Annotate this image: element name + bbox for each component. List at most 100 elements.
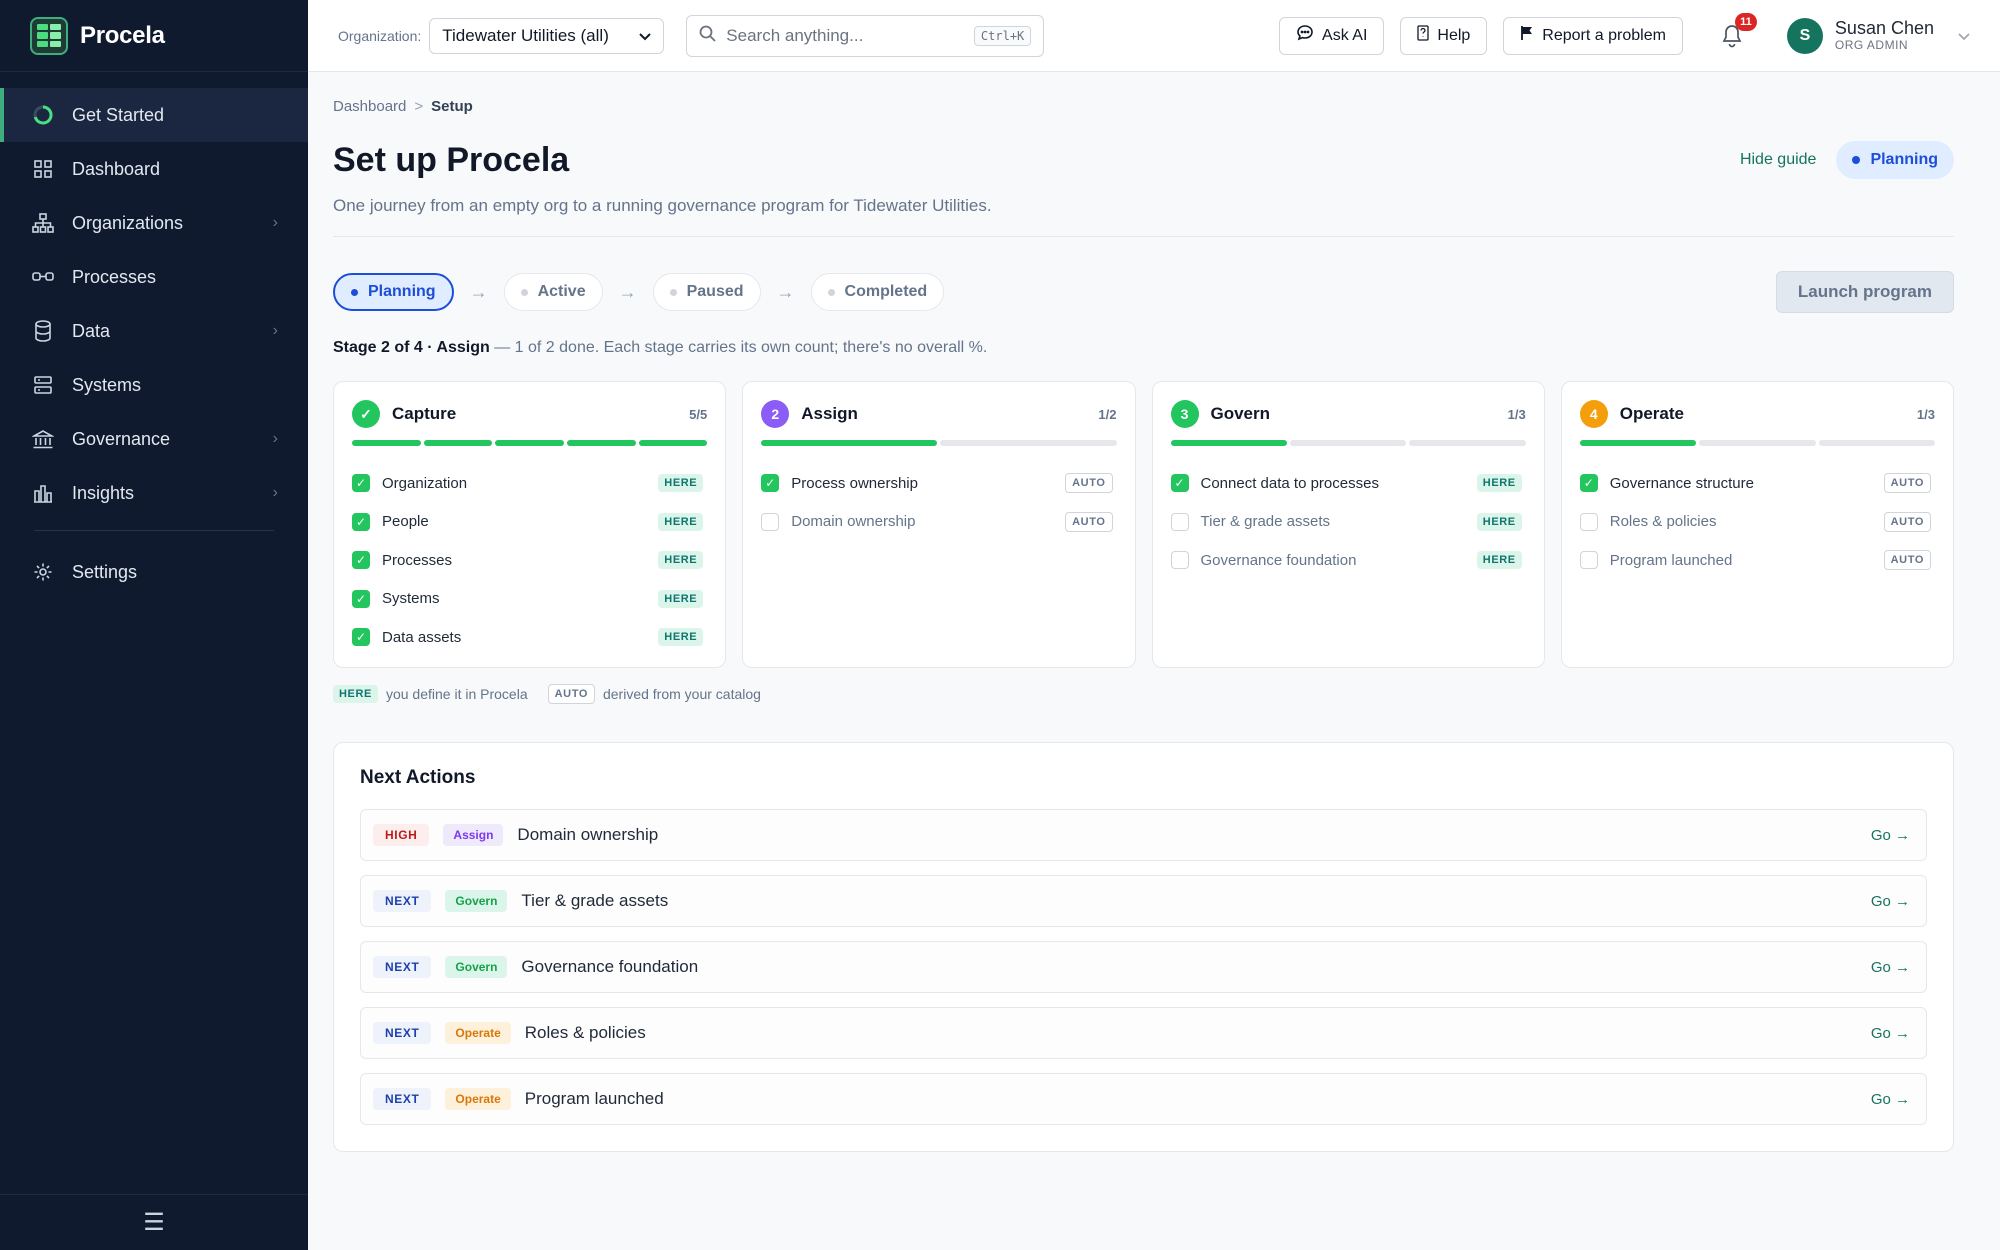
sidebar-item-systems[interactable]: Systems bbox=[0, 358, 308, 412]
stage-tag: Govern bbox=[445, 956, 508, 978]
go-link[interactable]: Go → bbox=[1871, 893, 1910, 910]
stage-pill-paused[interactable]: Paused bbox=[652, 273, 761, 311]
stage-checklist: ✓ Governance structure AUTO Roles & policie… bbox=[1579, 464, 1935, 580]
checkbox-empty-icon[interactable] bbox=[1170, 551, 1189, 570]
sidebar-item-get-started[interactable]: Get Started bbox=[0, 88, 308, 142]
checklist-item[interactable]: Domain ownership AUTO bbox=[761, 503, 1116, 542]
ask-ai-button[interactable]: Ask AI bbox=[1279, 16, 1385, 55]
auto-tag: AUTO bbox=[1883, 473, 1931, 494]
checklist-item[interactable]: ✓ Governance structure AUTO bbox=[1579, 464, 1935, 503]
checklist-item-label: Data assets bbox=[382, 628, 462, 646]
stage-pill-completed[interactable]: Completed bbox=[810, 273, 945, 311]
chevron-right-icon: › bbox=[272, 322, 278, 339]
checkbox-checked-icon[interactable]: ✓ bbox=[352, 512, 370, 531]
org-select[interactable]: Tidewater Utilities (all) bbox=[429, 17, 665, 54]
next-action-row[interactable]: HIGH Assign Domain ownership Go → bbox=[360, 809, 1927, 861]
checklist-item[interactable]: ✓ Process ownership AUTO bbox=[761, 464, 1116, 503]
auto-tag: AUTO bbox=[1883, 511, 1931, 532]
status-badge: Planning bbox=[1836, 141, 1954, 179]
notifications-button[interactable]: 11 bbox=[1719, 12, 1757, 49]
status-badge-label: Planning bbox=[1870, 151, 1938, 168]
next-action-row[interactable]: NEXT Operate Program launched Go → bbox=[360, 1073, 1927, 1125]
stage-card-capture: ✓ Capture 5/5 ✓ Organization HERE ✓ People HERE ✓… bbox=[333, 381, 727, 668]
progress-segment bbox=[352, 440, 421, 446]
database-icon bbox=[32, 320, 54, 342]
stage-card-assign: 2 Assign 1/2 ✓ Process ownership AUTO Domain o… bbox=[742, 381, 1136, 668]
stage-card-title: Assign bbox=[801, 404, 858, 423]
next-action-row[interactable]: NEXT Govern Governance foundation Go → bbox=[360, 941, 1927, 993]
checklist-item-label: Tier & grade assets bbox=[1200, 513, 1331, 531]
sidebar-item-settings[interactable]: Settings bbox=[0, 545, 308, 599]
checkbox-empty-icon[interactable] bbox=[761, 512, 780, 531]
sidebar-item-data[interactable]: Data › bbox=[0, 304, 308, 358]
stage-tag: Operate bbox=[445, 1022, 511, 1044]
arrow-right-icon: → bbox=[469, 281, 488, 302]
stage-pill-planning[interactable]: Planning bbox=[333, 273, 454, 311]
checklist-item[interactable]: ✓ Processes HERE bbox=[352, 541, 707, 580]
go-link[interactable]: Go → bbox=[1871, 827, 1910, 844]
process-link-icon bbox=[32, 266, 54, 288]
checkbox-checked-icon[interactable]: ✓ bbox=[352, 551, 370, 570]
report-problem-button[interactable]: Report a problem bbox=[1503, 16, 1683, 55]
checkbox-empty-icon[interactable] bbox=[1170, 512, 1189, 531]
checkbox-checked-icon[interactable]: ✓ bbox=[1170, 474, 1189, 493]
checkbox-checked-icon[interactable]: ✓ bbox=[352, 474, 370, 493]
sidebar-item-processes[interactable]: Processes bbox=[0, 250, 308, 304]
stage-card-title: Capture bbox=[392, 404, 457, 423]
checkbox-checked-icon[interactable]: ✓ bbox=[352, 628, 370, 647]
go-link[interactable]: Go → bbox=[1871, 1091, 1910, 1108]
user-meta: Susan Chen ORG ADMIN bbox=[1834, 18, 1934, 52]
stage-pill-label: Active bbox=[537, 283, 586, 300]
stage-card-count: 1/3 bbox=[1507, 406, 1526, 422]
sidebar-nav: Get Started Dashboard Organizations › Pr… bbox=[0, 88, 308, 599]
chevron-down-icon bbox=[639, 26, 651, 46]
checklist-item[interactable]: ✓ Connect data to processes HERE bbox=[1170, 464, 1526, 503]
stage-pill-label: Planning bbox=[368, 283, 436, 300]
launch-program-button[interactable]: Launch program bbox=[1775, 271, 1954, 313]
checkbox-checked-icon[interactable]: ✓ bbox=[352, 589, 370, 608]
sidebar-collapse-button[interactable]: ☰ bbox=[0, 1194, 308, 1250]
checkbox-checked-icon[interactable]: ✓ bbox=[761, 474, 780, 493]
checkbox-checked-icon[interactable]: ✓ bbox=[1579, 474, 1598, 493]
divider bbox=[333, 236, 1954, 237]
brand[interactable]: Procela bbox=[0, 0, 308, 72]
stage-pill-active[interactable]: Active bbox=[503, 273, 603, 311]
stage-progress-bar bbox=[1579, 440, 1936, 446]
chevron-right-icon: › bbox=[272, 484, 278, 501]
checkbox-empty-icon[interactable] bbox=[1579, 512, 1598, 531]
next-action-row[interactable]: NEXT Operate Roles & policies Go → bbox=[360, 1007, 1927, 1059]
checklist-item-label: People bbox=[382, 513, 429, 531]
stage-checklist: ✓ Connect data to processes HERE Tier & gra… bbox=[1170, 464, 1526, 580]
stage-progress-bar bbox=[1170, 440, 1526, 446]
help-button[interactable]: Help bbox=[1400, 16, 1488, 55]
stage-card-title: Operate bbox=[1619, 404, 1684, 423]
stage-summary-rest: — 1 of 2 done. Each stage carries its ow… bbox=[489, 339, 988, 356]
search-icon bbox=[699, 25, 716, 47]
checklist-item[interactable]: ✓ Systems HERE bbox=[352, 580, 707, 619]
checklist-item[interactable]: ✓ People HERE bbox=[352, 503, 707, 542]
sidebar-item-organizations[interactable]: Organizations › bbox=[0, 196, 308, 250]
checklist-item[interactable]: Tier & grade assets HERE bbox=[1170, 503, 1526, 542]
user-menu[interactable]: S Susan Chen ORG ADMIN bbox=[1786, 17, 1970, 54]
checklist-item[interactable]: Program launched AUTO bbox=[1579, 541, 1935, 580]
checklist-item[interactable]: ✓ Organization HERE bbox=[352, 464, 707, 503]
sidebar-item-insights[interactable]: Insights › bbox=[0, 466, 308, 520]
checkbox-empty-icon[interactable] bbox=[1579, 551, 1598, 570]
tag-legend: HERE you define it in Procela AUTO deriv… bbox=[333, 684, 1954, 704]
next-action-label: Roles & policies bbox=[524, 1023, 646, 1042]
checklist-item[interactable]: ✓ Data assets HERE bbox=[352, 618, 707, 657]
progress-segment bbox=[1699, 440, 1816, 446]
checklist-item[interactable]: Roles & policies AUTO bbox=[1579, 503, 1935, 542]
next-action-row[interactable]: NEXT Govern Tier & grade assets Go → bbox=[360, 875, 1927, 927]
go-link[interactable]: Go → bbox=[1871, 959, 1910, 976]
breadcrumb-root[interactable]: Dashboard bbox=[333, 98, 406, 115]
sidebar-item-governance[interactable]: Governance › bbox=[0, 412, 308, 466]
go-link[interactable]: Go → bbox=[1871, 1025, 1910, 1042]
hide-guide-link[interactable]: Hide guide bbox=[1740, 151, 1817, 169]
user-role: ORG ADMIN bbox=[1834, 37, 1909, 52]
search-input[interactable]: Search anything... Ctrl+K bbox=[686, 14, 1045, 57]
checklist-item[interactable]: Governance foundation HERE bbox=[1170, 541, 1526, 580]
progress-ring-icon bbox=[32, 104, 54, 126]
sidebar-item-dashboard[interactable]: Dashboard bbox=[0, 142, 308, 196]
stage-pill-label: Completed bbox=[844, 283, 928, 300]
